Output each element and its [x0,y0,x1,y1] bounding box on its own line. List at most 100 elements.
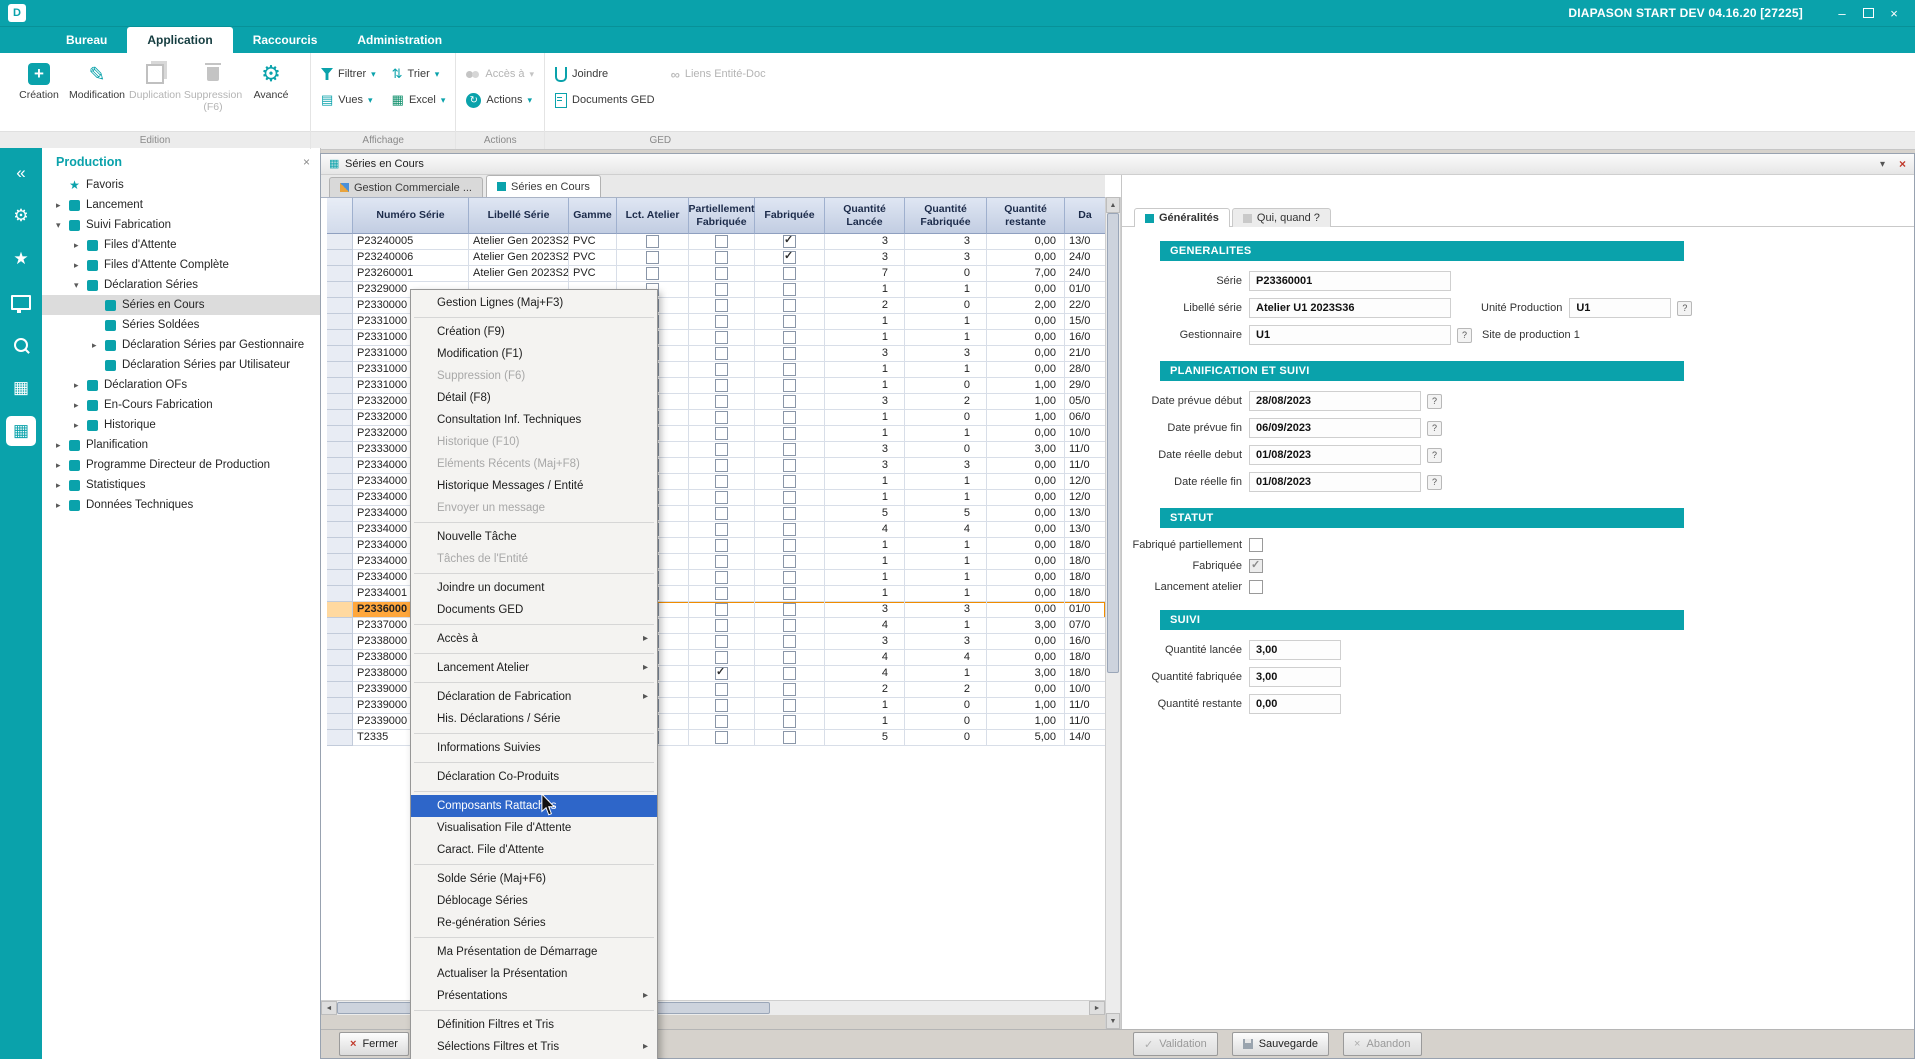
context-menu-item[interactable]: His. Déclarations / Série [411,708,657,730]
partiellement-fabriquee-checkbox[interactable] [715,539,728,552]
context-menu-item[interactable]: Accès à [411,628,657,650]
row-handle[interactable] [327,602,353,618]
row-handle[interactable] [327,474,353,490]
row-handle[interactable] [327,506,353,522]
column-header-quantite-lancee[interactable]: Quantité Lancée [825,198,905,234]
date-input[interactable]: 28/08/2023 [1249,391,1421,411]
column-header-numero-serie[interactable]: Numéro Série [353,198,469,234]
table-row[interactable]: P23240006 Atelier Gen 2023S24 PVC 3 3 0,… [327,250,1105,266]
column-header-quantite-restante[interactable]: Quantité restante [987,198,1065,234]
collapse-panel-icon[interactable]: « [6,158,36,188]
context-menu-item[interactable]: Caract. File d'Attente [411,839,657,861]
context-menu-item[interactable]: Gestion Lignes (Maj+F3) [411,292,657,314]
tree-chevron-icon[interactable] [92,340,105,351]
date-input[interactable]: 01/08/2023 [1249,472,1421,492]
help-button[interactable]: ? [1457,328,1472,343]
fabriquee-checkbox[interactable] [783,459,796,472]
fabriquee-checkbox[interactable] [783,443,796,456]
date-input[interactable]: 06/09/2023 [1249,418,1421,438]
gear-icon[interactable]: ⚙ [6,201,36,231]
tree-item[interactable]: Séries en Cours [42,295,320,315]
context-menu-item[interactable]: Sélections Filtres et Tris [411,1036,657,1058]
fabriquee-checkbox[interactable] [783,315,796,328]
filtrer-button[interactable]: Filtrer ▾ [321,65,376,83]
tree-item[interactable]: Planification [42,435,320,455]
context-menu-item[interactable]: Documents GED [411,599,657,621]
detail-tab[interactable]: Qui, quand ? [1232,208,1331,227]
fabriquee-checkbox[interactable] [783,331,796,344]
context-menu-item[interactable]: Ma Présentation de Démarrage [411,941,657,963]
row-handle[interactable] [327,650,353,666]
tree-chevron-icon[interactable] [74,400,87,411]
context-menu-item[interactable]: Informations Suivies [411,737,657,759]
row-handle[interactable] [327,442,353,458]
tree-item[interactable]: Historique [42,415,320,435]
maximize-icon[interactable] [1855,6,1881,21]
fabriquee-checkbox[interactable] [783,363,796,376]
serie-input[interactable]: P23360001 [1249,271,1451,291]
tree-chevron-icon[interactable] [74,380,87,391]
context-menu-item[interactable]: Tâches de l'Entité [411,548,657,570]
panel-close-icon[interactable]: × [303,155,310,169]
partiellement-fabriquee-checkbox[interactable] [715,555,728,568]
scroll-right-icon[interactable]: ► [1089,1001,1105,1015]
partiellement-fabriquee-checkbox[interactable] [715,379,728,392]
partiellement-fabriquee-checkbox[interactable] [715,651,728,664]
menu-tab[interactable]: Raccourcis [233,27,338,53]
row-handle[interactable] [327,458,353,474]
row-handle[interactable] [327,666,353,682]
vues-button[interactable]: ▤ Vues ▾ [321,91,376,109]
scroll-up-icon[interactable]: ▲ [1106,197,1120,213]
fabriquee-checkbox[interactable] [783,555,796,568]
fabriquee-checkbox[interactable] [783,427,796,440]
context-menu-item[interactable]: Déblocage Séries [411,890,657,912]
date-input[interactable]: 01/08/2023 [1249,445,1421,465]
tree-item[interactable]: Suivi Fabrication [42,215,320,235]
lct-atelier-checkbox[interactable] [646,251,659,264]
trier-button[interactable]: ⇅ Trier ▾ [392,65,446,83]
row-handle[interactable] [327,362,353,378]
row-handle[interactable] [327,522,353,538]
row-handle[interactable] [327,714,353,730]
libelle-serie-input[interactable]: Atelier U1 2023S36 [1249,298,1451,318]
tree-item[interactable]: Données Techniques [42,495,320,515]
scroll-down-icon[interactable]: ▼ [1106,1013,1120,1029]
joindre-button[interactable]: Joindre [555,65,655,83]
tree-item[interactable]: Déclaration Séries par Utilisateur [42,355,320,375]
help-button[interactable]: ? [1427,448,1442,463]
tree-item[interactable]: Files d'Attente [42,235,320,255]
tree-chevron-icon[interactable] [56,220,69,231]
tree-item[interactable]: Déclaration Séries par Gestionnaire [42,335,320,355]
lct-atelier-checkbox[interactable] [646,235,659,248]
partiellement-fabriquee-checkbox[interactable] [715,699,728,712]
vertical-scroll-thumb[interactable] [1107,213,1119,673]
context-menu-item[interactable]: Joindre un document [411,577,657,599]
fabriquee-checkbox[interactable] [783,667,796,680]
tree-item[interactable]: Statistiques [42,475,320,495]
row-handle[interactable] [327,586,353,602]
fabriquee-checkbox[interactable] [783,491,796,504]
partiellement-fabriquee-checkbox[interactable] [715,523,728,536]
fabriquee-checkbox[interactable] [783,379,796,392]
tree-chevron-icon[interactable] [74,260,87,271]
lct-atelier-checkbox[interactable] [646,267,659,280]
column-header-date[interactable]: Da [1065,198,1105,234]
column-header-lct-atelier[interactable]: Lct. Atelier [617,198,689,234]
tree-item[interactable]: Séries Soldées [42,315,320,335]
row-handle[interactable] [327,378,353,394]
avance-button[interactable]: ⚙ Avancé [242,59,300,101]
tree-item[interactable]: Déclaration OFs [42,375,320,395]
fabriquee-checkbox[interactable] [783,651,796,664]
fabriquee-checkbox[interactable] [783,251,796,264]
row-handle[interactable] [327,538,353,554]
search-icon[interactable] [6,330,36,360]
vertical-scrollbar[interactable]: ▲ ▼ [1105,197,1121,1029]
partiellement-fabriquee-checkbox[interactable] [715,715,728,728]
column-header-gamme[interactable]: Gamme [569,198,617,234]
context-menu-item[interactable]: Eléments Récents (Maj+F8) [411,453,657,475]
row-handle[interactable] [327,698,353,714]
menu-tab[interactable]: Administration [337,27,462,53]
partiellement-fabriquee-checkbox[interactable] [715,347,728,360]
partiellement-fabriquee-checkbox[interactable] [715,331,728,344]
partiellement-fabriquee-checkbox[interactable] [715,443,728,456]
